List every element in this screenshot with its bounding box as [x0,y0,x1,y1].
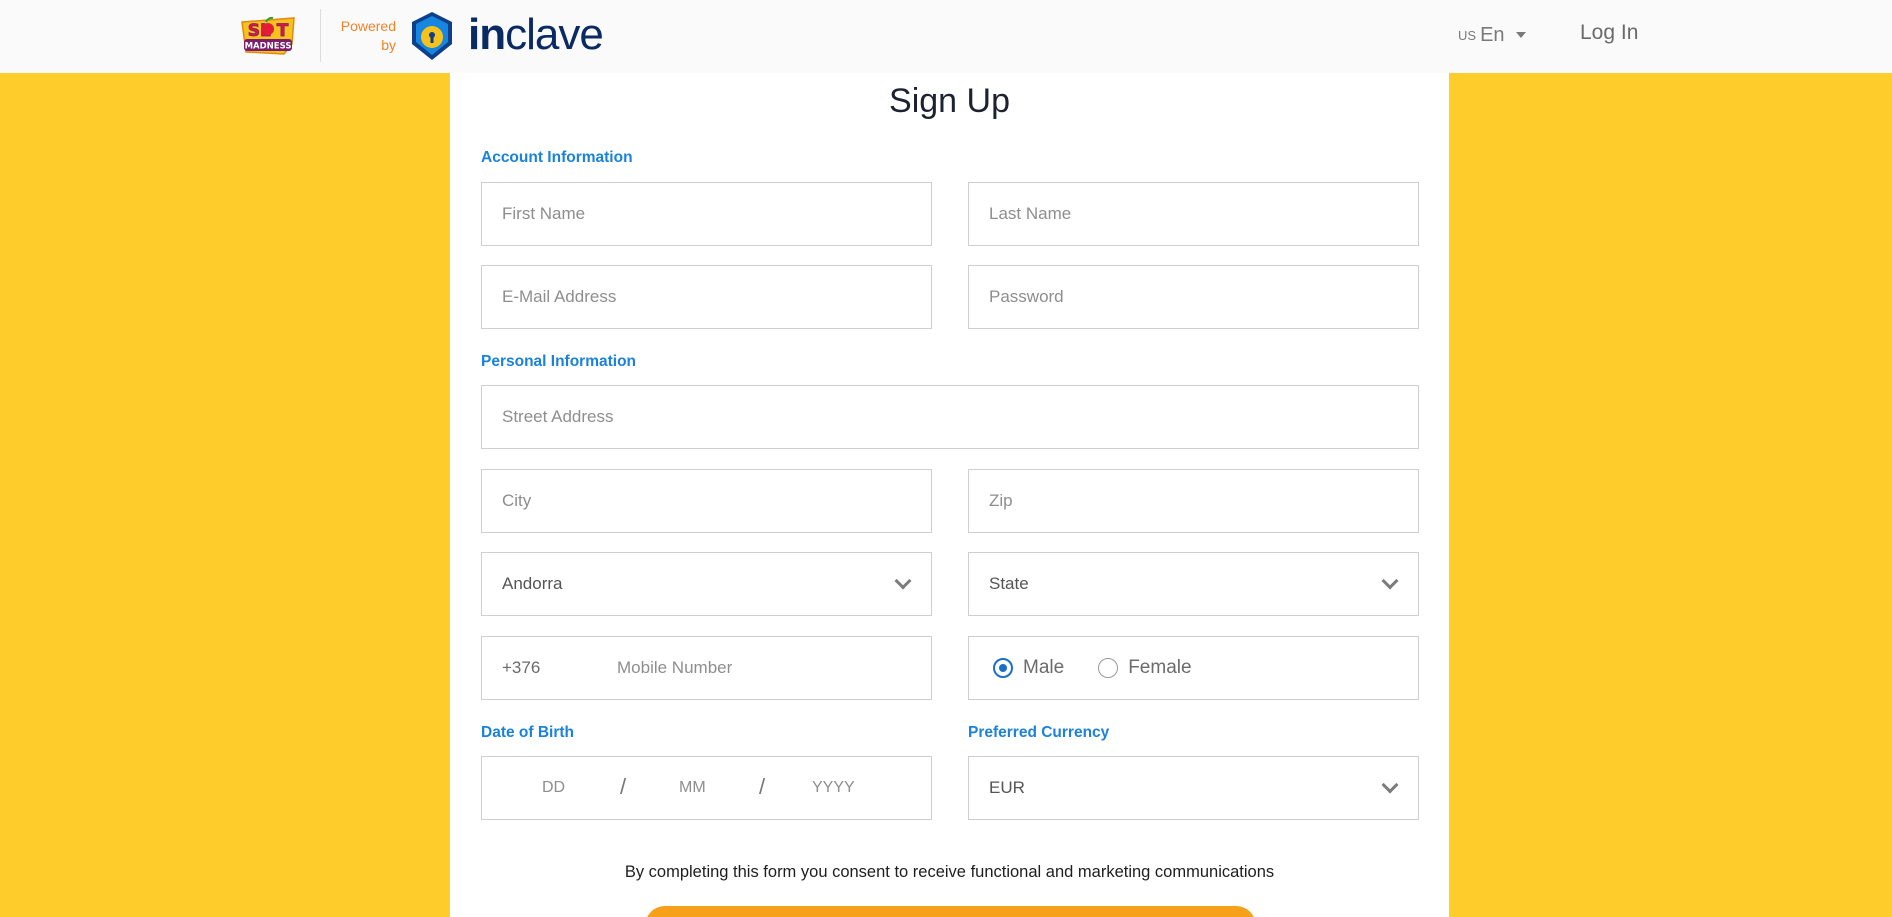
consent-text: By completing this form you consent to r… [624,863,1275,881]
inclave-wordmark: inclave [468,8,604,62]
slot-madness-logo[interactable]: SL T MADNESS [236,12,300,58]
page-title: Sign Up [889,82,1010,120]
state-value: State [989,574,1029,593]
signup-card: Sign Up Account Information First Name L… [450,73,1449,917]
gender-female-label: Female [1128,657,1192,678]
account-information-heading: Account Information [481,149,633,166]
street-address-field[interactable]: Street Address [481,385,1419,449]
gender-radio-female[interactable]: Female [1098,657,1192,679]
powered-by-label: Powered by [340,18,396,53]
language-country-code: US [1458,27,1477,43]
date-of-birth-field: DD / MM / YYYY [481,756,932,820]
dob-year-input[interactable]: YYYY [812,779,855,797]
last-name-field[interactable]: Last Name [968,182,1419,246]
language-selector[interactable]: US En [1458,22,1526,48]
caret-down-icon [1515,32,1526,38]
email-field[interactable]: E-Mail Address [481,265,932,329]
chevron-down-icon [894,572,912,590]
zip-field[interactable]: Zip [968,469,1419,533]
radio-checked-icon [993,658,1013,678]
date-of-birth-heading: Date of Birth [481,724,574,741]
last-name-placeholder: Last Name [989,204,1072,223]
dob-day-input[interactable]: DD [542,779,565,797]
brand-logo-subtext: MADNESS [245,42,292,52]
phone-country-code[interactable]: +376 [502,658,617,678]
header-divider [320,9,321,62]
chevron-down-icon [1381,572,1399,590]
preferred-currency-heading: Preferred Currency [968,724,1110,741]
mobile-number-field[interactable]: +376 Mobile Number [481,636,932,700]
language-label: En [1480,23,1505,46]
email-placeholder: E-Mail Address [502,287,617,306]
city-placeholder: City [502,491,532,510]
state-select[interactable]: State [968,552,1419,616]
personal-information-heading: Personal Information [481,353,637,370]
inclave-wordmark-bold: in [468,10,506,59]
inclave-shield-icon [412,12,452,60]
gender-radio-group: Male Female [968,636,1419,700]
zip-placeholder: Zip [989,491,1013,510]
country-select[interactable]: Andorra [481,552,932,616]
city-field[interactable]: City [481,469,932,533]
country-value: Andorra [502,574,563,593]
radio-unchecked-icon [1098,658,1119,678]
inclave-wordmark-rest: clave [505,10,604,59]
currency-value: EUR [989,778,1025,797]
mobile-number-placeholder: Mobile Number [617,658,733,677]
first-name-field[interactable]: First Name [481,182,932,246]
dob-month-input[interactable]: MM [679,779,706,797]
password-placeholder: Password [989,287,1064,306]
top-navigation-bar: SL T MADNESS Powered by inclave US En Lo… [0,0,1892,73]
password-field[interactable]: Password [968,265,1419,329]
chevron-down-icon [1381,776,1399,794]
login-link[interactable]: Log In [1580,21,1638,45]
gender-male-label: Male [1023,657,1065,678]
gender-radio-male[interactable]: Male [993,657,1064,679]
submit-button[interactable] [645,906,1256,917]
dob-separator: / [620,774,627,799]
currency-select[interactable]: EUR [968,756,1419,820]
street-address-placeholder: Street Address [502,407,614,426]
dob-separator: / [759,774,766,799]
first-name-placeholder: First Name [502,204,586,223]
